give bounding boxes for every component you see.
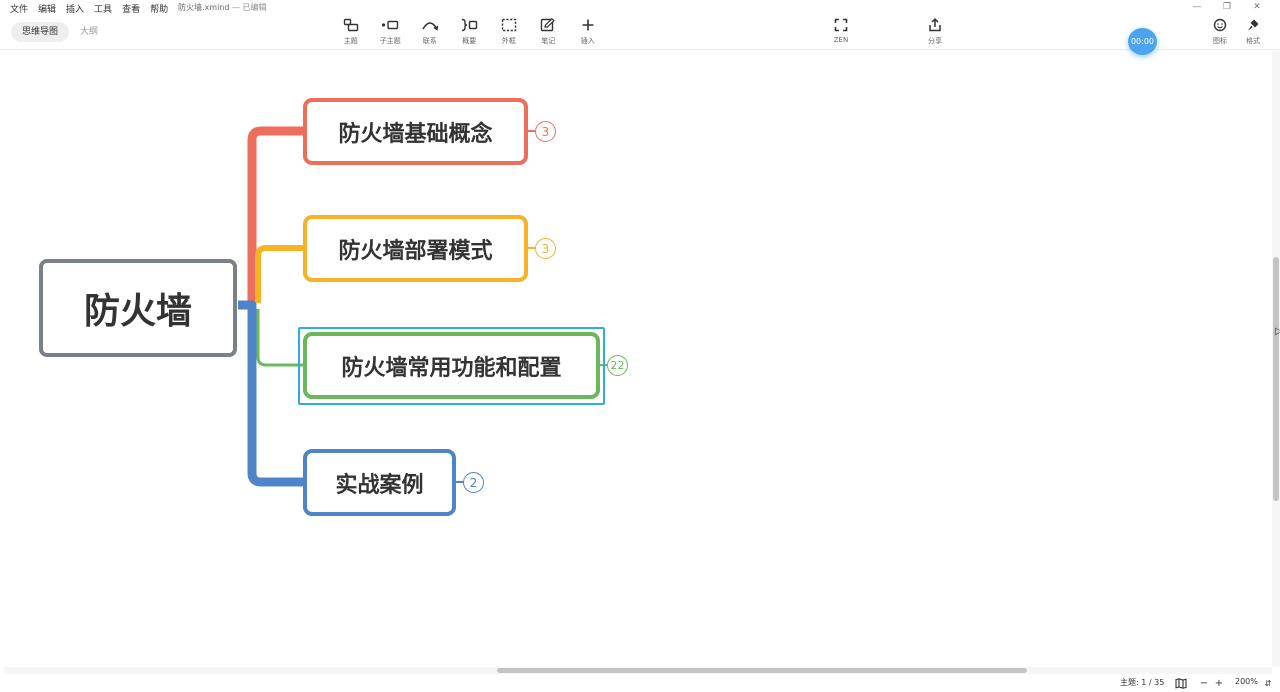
central-topic[interactable]: 防火墙 bbox=[39, 259, 237, 357]
window-controls: — ❐ ✕ bbox=[1182, 0, 1272, 14]
toolbar: 主题 子主题 联系 概要 外框 笔记 插入 bbox=[331, 15, 608, 46]
format-brush-icon bbox=[1242, 15, 1264, 35]
horizontal-scrollbar[interactable] bbox=[4, 667, 1272, 674]
summary-label: 概要 bbox=[462, 37, 477, 45]
document-title: 防火墙.xmind — 已编辑 bbox=[178, 2, 267, 13]
note-button[interactable]: 笔记 bbox=[529, 15, 569, 46]
topic-button[interactable]: 主题 bbox=[331, 15, 371, 46]
format-panel-label: 格式 bbox=[1246, 37, 1260, 45]
topic-count: 主题: 1 / 35 bbox=[1120, 678, 1165, 687]
horizontal-scroll-thumb[interactable] bbox=[497, 668, 1027, 673]
summary-icon bbox=[458, 15, 480, 35]
menu-file[interactable]: 文件 bbox=[10, 2, 28, 15]
zoom-in-icon[interactable]: + bbox=[1212, 676, 1226, 690]
menu-tools[interactable]: 工具 bbox=[94, 2, 112, 15]
relationship-button[interactable]: 联系 bbox=[410, 15, 450, 46]
subtopic-button[interactable]: 子主题 bbox=[371, 15, 411, 46]
tab-mindmap[interactable]: 思维导图 bbox=[11, 22, 70, 42]
vertical-scroll-thumb[interactable] bbox=[1273, 257, 1279, 501]
menu-help[interactable]: 帮助 bbox=[150, 2, 168, 15]
boundary-label: 外框 bbox=[501, 37, 516, 45]
view-tabs: 思维导图 大纲 bbox=[11, 22, 109, 42]
collapsed-count-badge[interactable]: 22 bbox=[607, 355, 628, 376]
mindmap-canvas[interactable]: 防火墙 防火墙基础概念 防火墙部署模式 防火墙常用功能和配置 实战案例 3 3 … bbox=[0, 51, 1272, 667]
connector-lines bbox=[238, 126, 607, 487]
menu-insert[interactable]: 插入 bbox=[66, 2, 84, 15]
subtopic-basic-concepts[interactable]: 防火墙基础概念 bbox=[303, 98, 528, 165]
insert-label: 插入 bbox=[580, 37, 595, 45]
fullscreen-icon bbox=[830, 15, 852, 35]
subtopic-practical-cases[interactable]: 实战案例 bbox=[303, 449, 456, 516]
menu-view[interactable]: 查看 bbox=[122, 2, 140, 15]
mouse-cursor-icon: ▷ bbox=[1275, 326, 1280, 337]
topic-icon bbox=[340, 15, 362, 35]
menu-bar: 文件 编辑 插入 工具 查看 帮助 bbox=[10, 2, 168, 15]
emoji-icon bbox=[1209, 15, 1231, 35]
menu-edit[interactable]: 编辑 bbox=[38, 2, 56, 15]
relationship-label: 联系 bbox=[422, 37, 437, 45]
vertical-scrollbar[interactable] bbox=[1272, 51, 1280, 667]
zen-label: ZEN bbox=[833, 36, 849, 44]
icon-panel-label: 图标 bbox=[1213, 37, 1227, 45]
connector-line-yellow bbox=[255, 245, 304, 303]
close-icon[interactable]: ✕ bbox=[1242, 0, 1272, 14]
share-icon bbox=[924, 15, 946, 35]
zoom-stepper-icon[interactable]: ⇵ bbox=[1261, 676, 1275, 690]
minimize-icon[interactable]: — bbox=[1182, 0, 1212, 14]
map-view-icon[interactable] bbox=[1174, 676, 1188, 690]
tab-outline[interactable]: 大纲 bbox=[69, 22, 109, 42]
collapsed-count-badge[interactable]: 3 bbox=[535, 238, 556, 259]
zoom-level[interactable]: 200% bbox=[1235, 677, 1258, 686]
collapsed-count-badge[interactable]: 2 bbox=[463, 472, 484, 493]
document-status: — 已编辑 bbox=[232, 3, 267, 12]
note-icon bbox=[537, 15, 559, 35]
note-label: 笔记 bbox=[541, 37, 556, 45]
share-label: 分享 bbox=[928, 37, 942, 45]
summary-button[interactable]: 概要 bbox=[450, 15, 490, 46]
insert-button[interactable]: 插入 bbox=[568, 15, 608, 46]
collapsed-count-badge[interactable]: 3 bbox=[535, 121, 556, 142]
subtopic-deployment-modes[interactable]: 防火墙部署模式 bbox=[303, 215, 528, 282]
share-button[interactable]: 分享 bbox=[915, 15, 955, 46]
connector-line-blue bbox=[238, 300, 304, 487]
relationship-icon bbox=[419, 15, 441, 35]
subtopic-label: 子主题 bbox=[379, 37, 401, 45]
topic-label: 主题 bbox=[343, 37, 358, 45]
zoom-out-icon[interactable]: − bbox=[1197, 676, 1211, 690]
restore-icon[interactable]: ❐ bbox=[1212, 0, 1242, 14]
top-bar: 文件 编辑 插入 工具 查看 帮助 防火墙.xmind — 已编辑 — ❐ ✕ … bbox=[0, 0, 1280, 50]
subtopic-icon bbox=[379, 15, 401, 35]
document-filename: 防火墙.xmind bbox=[178, 3, 230, 12]
status-bar: 主题: 1 / 35 − + 200% ⇵ bbox=[0, 674, 1280, 692]
plus-icon bbox=[577, 15, 599, 35]
format-panel-button[interactable]: 格式 bbox=[1233, 15, 1273, 46]
subtopic-functions-config[interactable]: 防火墙常用功能和配置 bbox=[303, 332, 600, 399]
boundary-icon bbox=[498, 15, 520, 35]
zen-button[interactable]: ZEN bbox=[821, 15, 861, 44]
boundary-button[interactable]: 外框 bbox=[489, 15, 529, 46]
